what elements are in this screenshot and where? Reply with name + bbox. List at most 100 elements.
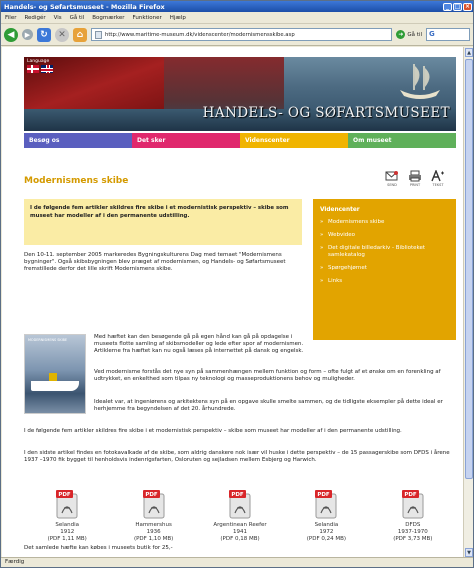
pdf-item[interactable]: PDF Selandia 1972 (PDF 0,24 MB): [283, 489, 369, 543]
page-tools: SEND PRINT TEKST: [385, 170, 445, 187]
main-navigation: Besøg os Det sker Videnscenter Om museet: [24, 133, 456, 148]
pdf-icon: PDF: [315, 490, 337, 519]
menu-view[interactable]: Vis: [54, 15, 62, 21]
pdf-year: 1937-1970: [397, 529, 428, 535]
pdf-caption: Selandia 1972 (PDF 0,24 MB): [307, 522, 346, 543]
window-title: Handels- og Søfartsmuseet - Mozilla Fire…: [4, 2, 165, 11]
pdf-list: PDF Selandia 1912 (PDF 1,11 MB) PDF Hammer…: [24, 489, 456, 543]
scroll-up-icon[interactable]: ▲: [465, 48, 473, 57]
pdf-caption: DFDS 1937-1970 (PDF 3,73 MB): [393, 522, 432, 543]
danish-flag-icon[interactable]: [27, 65, 39, 73]
text-size-label: TEKST: [432, 183, 444, 187]
pdf-badge-text: PDF: [145, 492, 158, 498]
pdf-caption: Selandia 1912 (PDF 1,11 MB): [48, 522, 87, 543]
paragraph-3: Ved modernisme forstås det nye syn på sa…: [94, 369, 441, 383]
go-arrow-icon: ➜: [396, 30, 406, 39]
ship-logo-icon: [400, 64, 440, 99]
scroll-down-icon[interactable]: ▼: [465, 548, 473, 557]
english-flag-icon[interactable]: [41, 65, 53, 73]
pdf-badge-text: PDF: [404, 492, 417, 498]
pdf-item[interactable]: PDF Argentinean Reefer 1941 (PDF 0,18 MB): [197, 489, 283, 543]
footer-note: Det samlede hæfte kan købes i museets bu…: [24, 545, 173, 551]
scrollbar-thumb[interactable]: [465, 59, 473, 479]
pdf-name: Hammershus: [135, 522, 172, 528]
page-viewport: Language HANDELS- OG SØFARTSMUSEET Besøg…: [2, 47, 464, 558]
pdf-caption: Hammershus 1936 (PDF 1,10 MB): [134, 522, 173, 543]
pdf-icon: PDF: [229, 490, 251, 519]
menu-go[interactable]: Gå til: [70, 15, 85, 21]
pdf-name: Selandia: [314, 522, 339, 528]
pdf-icon: PDF: [56, 490, 78, 519]
navigation-toolbar: ◀ ▶ ↻ ✕ ⌂ http://www.maritime-museum.dk/…: [1, 24, 473, 46]
print-icon: [409, 170, 421, 182]
minimize-button[interactable]: _: [443, 2, 452, 11]
paragraph-1: Den 10-11. september 2005 markeredes Byg…: [24, 252, 286, 273]
pdf-item[interactable]: PDF DFDS 1937-1970 (PDF 3,73 MB): [370, 489, 456, 543]
cover-title: MODERNISMENS SKIBE: [28, 338, 68, 342]
pdf-size: (PDF 0,24 MB): [306, 536, 347, 542]
pdf-name: Selandia: [55, 522, 80, 528]
text-size-tool[interactable]: TEKST: [431, 170, 445, 187]
menu-edit[interactable]: Redigér: [24, 15, 45, 21]
pdf-badge-text: PDF: [318, 492, 331, 498]
pdf-item[interactable]: PDF Selandia 1912 (PDF 1,11 MB): [24, 489, 110, 543]
sidebar-item-billedarkiv[interactable]: Det digitale billedarkiv - Biblioteket s…: [320, 245, 449, 257]
menu-tools[interactable]: Funktioner: [133, 15, 162, 21]
paragraph-6: I den sidste artikel findes en fotokaval…: [24, 450, 450, 464]
home-icon[interactable]: ⌂: [73, 27, 87, 42]
site-banner: Language HANDELS- OG SØFARTSMUSEET: [24, 57, 456, 131]
pdf-size: (PDF 1,10 MB): [133, 536, 174, 542]
cover-ship: [31, 381, 79, 391]
sidebar: Videncenter Modernismens skibe Webvideo …: [313, 199, 456, 340]
nav-videnscenter[interactable]: Videnscenter: [240, 133, 348, 148]
send-tool[interactable]: SEND: [385, 170, 399, 187]
maximize-button[interactable]: □: [453, 2, 462, 11]
browser-window: Handels- og Søfartsmuseet - Mozilla Fire…: [0, 0, 474, 568]
sidebar-item-links[interactable]: Links: [320, 278, 449, 284]
vertical-scrollbar[interactable]: ▲ ▼: [463, 47, 473, 558]
pdf-name: Argentinean Reefer: [213, 522, 267, 528]
sidebar-item-sporgehjornet[interactable]: Spørgehjørnet: [320, 265, 449, 271]
pdf-icon: PDF: [142, 490, 165, 519]
go-label: Gå til: [407, 31, 422, 38]
pdf-badge-text: PDF: [231, 492, 244, 498]
pdf-year: 1912: [60, 529, 75, 535]
text-size-icon: [431, 170, 444, 182]
close-button[interactable]: ×: [463, 2, 472, 11]
pdf-year: 1936: [146, 529, 161, 535]
title-bar: Handels- og Søfartsmuseet - Mozilla Fire…: [1, 1, 473, 12]
intro-box: I de følgende fem artikler skildres fire…: [24, 199, 302, 245]
pdf-year: 1941: [233, 529, 248, 535]
pdf-icon: PDF: [401, 490, 424, 519]
pdf-size: (PDF 3,73 MB): [393, 536, 433, 542]
pdf-name: DFDS: [405, 522, 421, 528]
pdf-item[interactable]: PDF Hammershus 1936 (PDF 1,10 MB): [110, 489, 196, 543]
menu-bookmarks[interactable]: Bogmærker: [92, 15, 124, 21]
reload-icon[interactable]: ↻: [37, 27, 51, 42]
print-tool[interactable]: PRINT: [408, 170, 422, 187]
url-text: http://www.maritime-museum.dk/videnscent…: [105, 31, 295, 38]
stop-icon[interactable]: ✕: [55, 27, 69, 42]
address-bar[interactable]: http://www.maritime-museum.dk/videnscent…: [91, 28, 393, 41]
menu-file[interactable]: Filer: [5, 15, 16, 21]
menu-bar: Filer Redigér Vis Gå til Bogmærker Funkt…: [1, 12, 473, 24]
sidebar-item-webvideo[interactable]: Webvideo: [320, 232, 449, 238]
page-title: Modernismens skibe: [24, 176, 129, 186]
sidebar-item-modernismens-skibe[interactable]: Modernismens skibe: [320, 219, 449, 225]
pdf-size: (PDF 1,11 MB): [47, 536, 87, 542]
nav-om-museet[interactable]: Om museet: [348, 133, 456, 148]
page-icon: [95, 30, 102, 39]
status-bar: Færdig: [1, 557, 473, 567]
go-button[interactable]: ➜ Gå til: [396, 30, 422, 39]
print-label: PRINT: [409, 183, 421, 187]
search-box[interactable]: G: [426, 28, 470, 41]
pdf-year: 1972: [319, 529, 334, 535]
nav-det-sker[interactable]: Det sker: [132, 133, 240, 148]
forward-icon[interactable]: ▶: [22, 29, 33, 40]
nav-besog-os[interactable]: Besøg os: [24, 133, 132, 148]
museum-title: HANDELS- OG SØFARTSMUSEET: [202, 105, 450, 121]
back-icon[interactable]: ◀: [4, 27, 18, 42]
paragraph-4: Idealet var, at ingeniørens og arkitekte…: [94, 399, 443, 413]
menu-help[interactable]: Hjælp: [170, 15, 186, 21]
pdf-badge-text: PDF: [59, 492, 72, 498]
